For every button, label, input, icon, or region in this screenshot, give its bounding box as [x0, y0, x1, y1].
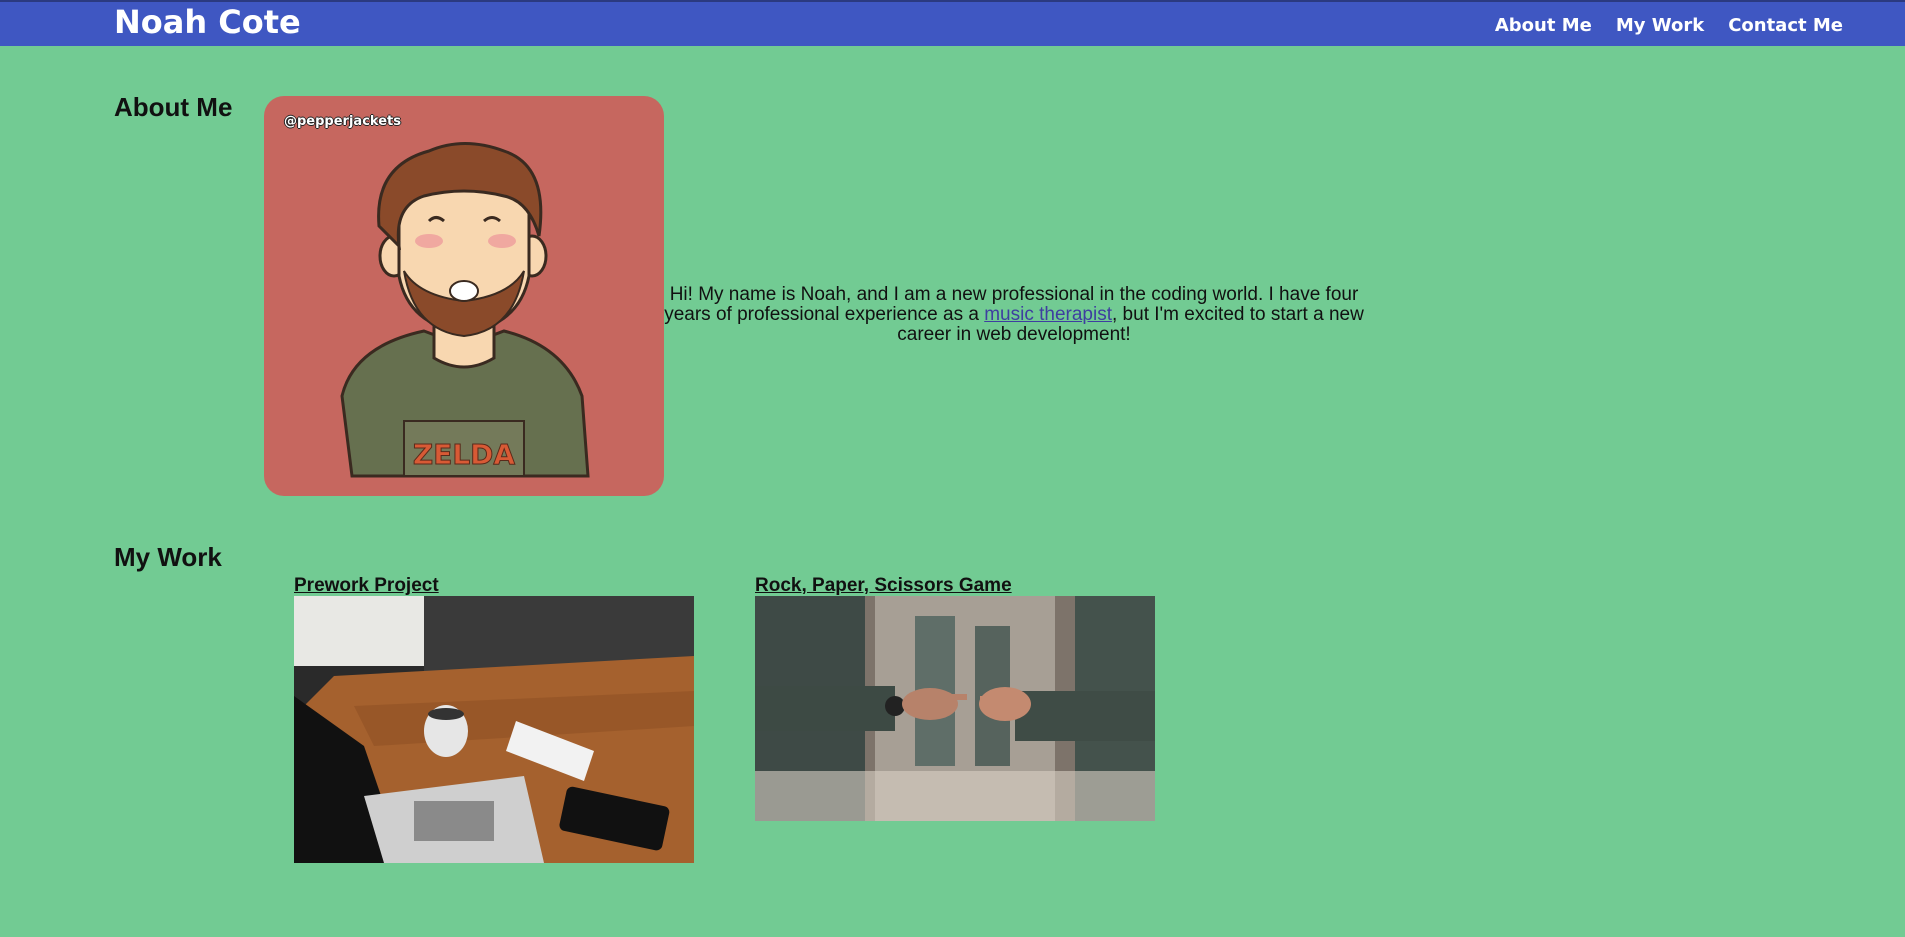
work-heading: My Work [114, 542, 222, 572]
music-therapist-link[interactable]: music therapist [984, 304, 1112, 325]
project-image-laptop[interactable] [294, 596, 694, 863]
project-card-prework: Prework Project [294, 576, 694, 863]
project-card-rps: Rock, Paper, Scissors Game [755, 576, 1155, 821]
avatar-image: @pepperjackets ZELDA [264, 96, 664, 496]
site-title[interactable]: Noah Cote [114, 2, 301, 42]
project-title-link[interactable]: Prework Project [294, 576, 694, 596]
about-heading: About Me [114, 92, 233, 122]
main-nav: About Me My Work Contact Me [1495, 14, 1843, 38]
about-text: Hi! My name is Noah, and I am a new prof… [664, 285, 1364, 345]
avatar-illustration: ZELDA [340, 142, 590, 478]
nav-link-my-work[interactable]: My Work [1616, 14, 1704, 38]
nav-link-contact-me[interactable]: Contact Me [1728, 14, 1843, 38]
avatar-shirt-text: ZELDA [413, 438, 516, 471]
site-header: Noah Cote About Me My Work Contact Me [0, 0, 1905, 46]
nav-link-about-me[interactable]: About Me [1495, 14, 1592, 38]
project-image-hands[interactable] [755, 596, 1155, 821]
project-title-link[interactable]: Rock, Paper, Scissors Game [755, 576, 1155, 596]
